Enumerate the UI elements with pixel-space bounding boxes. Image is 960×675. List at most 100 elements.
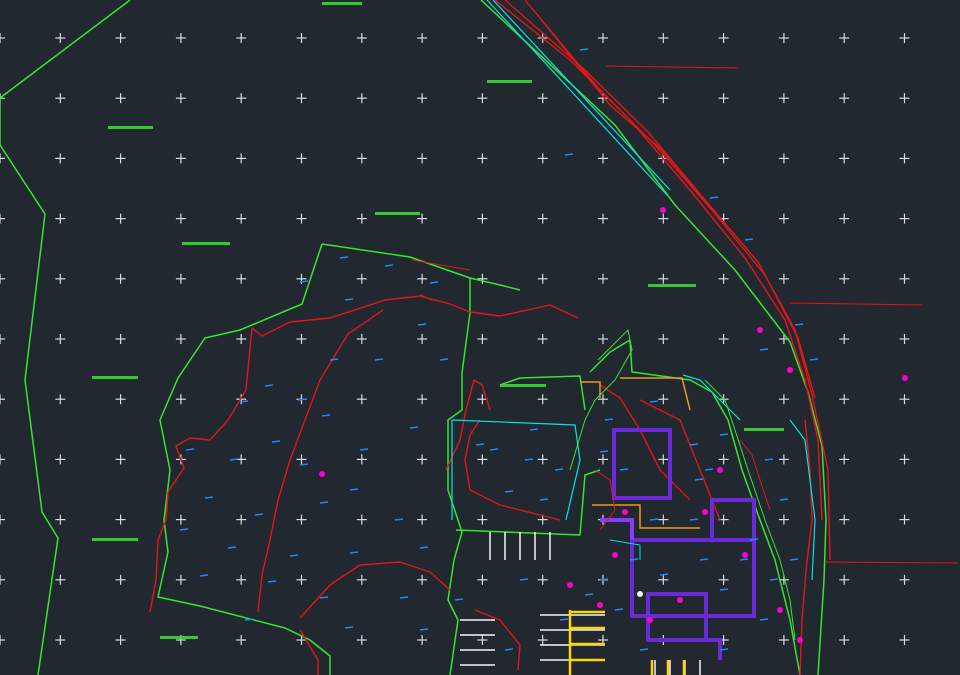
survey-mark <box>339 256 349 259</box>
survey-mark <box>319 501 329 504</box>
survey-mark <box>709 196 719 199</box>
label-block <box>322 2 362 5</box>
survey-mark <box>779 498 789 501</box>
survey-mark <box>504 490 514 493</box>
survey-mark <box>299 280 309 283</box>
survey-mark <box>475 443 485 446</box>
survey-mark <box>809 358 819 361</box>
survey-mark <box>185 448 195 451</box>
point-marker <box>702 509 708 515</box>
survey-mark <box>321 414 331 417</box>
survey-mark <box>604 418 614 421</box>
survey-mark <box>694 478 704 481</box>
label-block <box>182 242 230 245</box>
survey-mark <box>289 554 299 557</box>
point-marker <box>660 207 666 213</box>
survey-mark <box>524 458 534 461</box>
survey-mark <box>254 513 264 516</box>
survey-mark <box>519 578 529 581</box>
survey-mark <box>349 551 359 554</box>
survey-mark <box>649 518 659 521</box>
survey-mark <box>689 443 699 446</box>
survey-mark <box>344 298 354 301</box>
origin-point <box>637 591 643 597</box>
survey-mark <box>659 573 669 576</box>
survey-mark <box>319 596 329 599</box>
survey-mark <box>759 348 769 351</box>
survey-mark <box>579 48 589 51</box>
survey-mark <box>489 448 499 451</box>
survey-mark <box>419 628 429 631</box>
survey-mark <box>539 498 549 501</box>
survey-mark <box>299 463 309 466</box>
survey-mark <box>374 358 384 361</box>
point-marker <box>647 617 653 623</box>
survey-mark <box>699 558 709 561</box>
survey-mark <box>229 458 239 461</box>
survey-mark <box>429 281 439 284</box>
survey-mark <box>271 440 281 443</box>
survey-mark <box>629 558 639 561</box>
label-block <box>160 636 198 639</box>
point-marker <box>677 597 683 603</box>
survey-mark <box>559 618 569 621</box>
point-marker <box>717 467 723 473</box>
survey-mark <box>719 588 729 591</box>
point-marker <box>612 552 618 558</box>
survey-mark <box>739 558 749 561</box>
survey-mark <box>359 448 369 451</box>
survey-mark <box>564 153 574 156</box>
survey-mark <box>554 468 564 471</box>
survey-mark <box>239 400 249 403</box>
point-marker <box>742 552 748 558</box>
survey-mark <box>504 648 514 651</box>
survey-mark <box>417 323 427 326</box>
survey-mark <box>454 598 464 601</box>
label-block <box>487 80 532 83</box>
survey-mark <box>394 518 404 521</box>
survey-mark <box>599 578 609 581</box>
survey-mark <box>619 468 629 471</box>
point-marker <box>622 509 628 515</box>
survey-mark <box>384 264 394 267</box>
survey-mark <box>759 618 769 621</box>
label-block <box>648 284 696 287</box>
survey-mark <box>409 426 419 429</box>
survey-mark <box>199 574 209 577</box>
point-marker <box>567 582 573 588</box>
survey-mark <box>719 648 729 651</box>
survey-mark <box>349 488 359 491</box>
point-marker <box>319 471 325 477</box>
survey-mark <box>244 618 254 621</box>
survey-mark <box>419 546 429 549</box>
survey-mark <box>399 596 409 599</box>
survey-mark <box>789 558 799 561</box>
point-marker <box>597 602 603 608</box>
survey-mark <box>599 450 609 453</box>
point-marker <box>787 367 793 373</box>
survey-mark <box>649 400 659 403</box>
drawing-background <box>0 0 960 675</box>
survey-mark <box>794 323 804 326</box>
survey-mark <box>227 546 237 549</box>
survey-mark <box>264 384 274 387</box>
survey-mark <box>689 518 699 521</box>
label-block <box>375 212 420 215</box>
survey-mark <box>204 496 214 499</box>
survey-mark <box>614 608 624 611</box>
survey-mark <box>344 626 354 629</box>
survey-mark <box>584 593 594 596</box>
label-block <box>92 376 138 379</box>
survey-mark <box>704 468 714 471</box>
survey-mark <box>329 358 339 361</box>
survey-mark <box>744 238 754 241</box>
point-marker <box>757 327 763 333</box>
cad-drawing-canvas[interactable] <box>0 0 960 675</box>
point-marker <box>777 607 783 613</box>
label-block <box>500 384 546 387</box>
survey-mark <box>179 528 189 531</box>
survey-mark <box>267 580 277 583</box>
label-block <box>108 126 153 129</box>
label-block <box>92 538 138 541</box>
survey-mark <box>764 458 774 461</box>
